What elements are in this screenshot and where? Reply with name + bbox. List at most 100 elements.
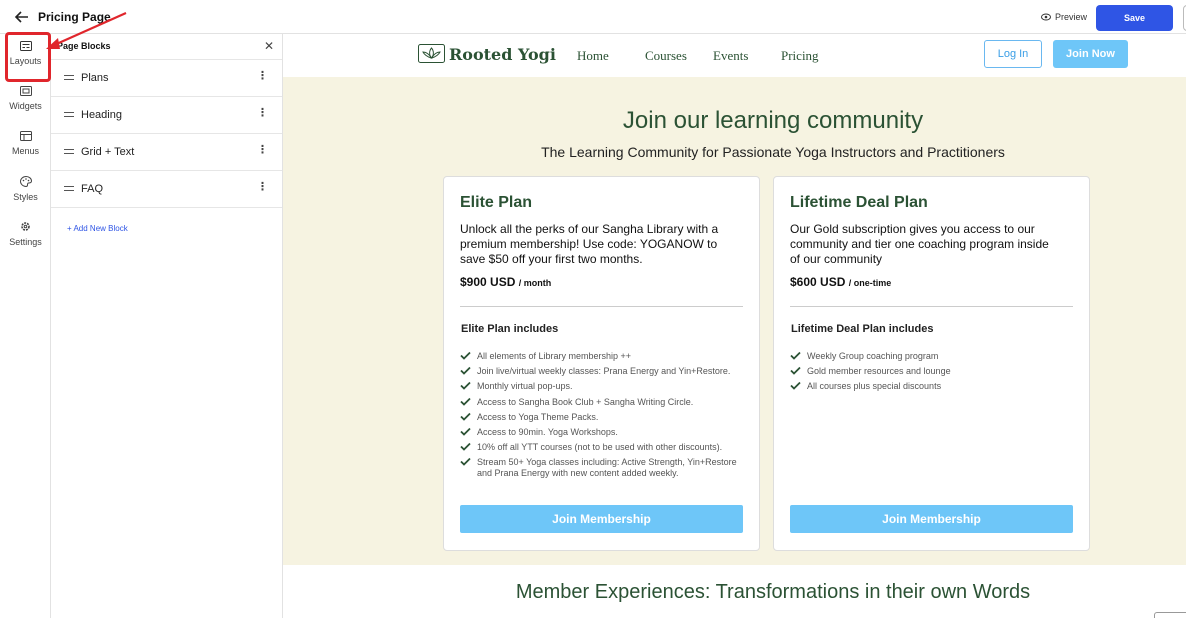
save-button[interactable]: Save [1096, 5, 1173, 31]
block-item-heading[interactable]: Heading ⋮ [51, 97, 282, 134]
page-blocks-header: Page Blocks ✕ [51, 34, 282, 60]
add-new-block-link[interactable]: + Add New Block [67, 224, 128, 233]
join-now-button[interactable]: Join Now [1053, 40, 1128, 68]
price-amount: $600 USD [790, 275, 846, 289]
drag-handle-icon[interactable] [64, 75, 74, 80]
site-navbar: Rooted Yogi Home Courses Events Pricing … [283, 34, 1186, 77]
plan-includes-title: Lifetime Deal Plan includes [791, 323, 934, 335]
floating-widget[interactable] [1154, 612, 1186, 618]
block-label: Plans [81, 72, 109, 84]
preview-button[interactable]: Preview [1041, 12, 1087, 22]
more-vertical-icon[interactable]: ⋮ [257, 182, 268, 193]
rail-label-menus: Menus [11, 146, 39, 156]
plan-card-lifetime: Lifetime Deal Plan Our Gold subscription… [773, 176, 1090, 551]
nav-link-pricing[interactable]: Pricing [781, 48, 819, 64]
feature-list: All elements of Library membership ++ Joi… [460, 351, 745, 484]
page-canvas: Rooted Yogi Home Courses Events Pricing … [283, 34, 1186, 618]
feature-item: Join live/virtual weekly classes: Prana … [460, 366, 745, 377]
rail-item-widgets[interactable]: Widgets [0, 86, 51, 126]
block-item-plans[interactable]: Plans ⋮ [51, 60, 282, 97]
price-amount: $900 USD [460, 275, 516, 289]
rail-item-styles[interactable]: Styles [0, 176, 51, 216]
check-icon [460, 351, 471, 360]
hero-title: Join our learning community [622, 107, 924, 134]
lotus-logo-icon [418, 44, 445, 63]
nav-link-events[interactable]: Events [713, 48, 748, 64]
check-icon [460, 458, 471, 467]
feature-text: 10% off all YTT courses (not to be used … [477, 442, 723, 453]
more-vertical-icon[interactable]: ⋮ [257, 145, 268, 156]
preview-label: Preview [1055, 12, 1088, 22]
back-arrow-icon[interactable] [13, 8, 31, 26]
nav-link-courses[interactable]: Courses [645, 48, 687, 64]
drag-handle-icon[interactable] [64, 186, 74, 191]
rail-item-settings[interactable]: Settings [0, 221, 51, 261]
feature-item: Gold member resources and lounge [790, 366, 1075, 377]
card-divider [790, 306, 1073, 307]
check-icon [790, 351, 801, 360]
block-item-grid-text[interactable]: Grid + Text ⋮ [51, 134, 282, 171]
menus-icon [19, 131, 32, 141]
feature-item: Monthly virtual pop-ups. [460, 381, 745, 392]
feature-text: All elements of Library membership ++ [477, 351, 632, 361]
feature-item: All elements of Library membership ++ [460, 351, 745, 362]
join-membership-button[interactable]: Join Membership [790, 505, 1073, 533]
check-icon [460, 367, 471, 375]
check-icon [460, 442, 471, 451]
gear-icon [21, 222, 30, 231]
feature-item: Access to 90min. Yoga Workshops. [460, 427, 745, 438]
feature-text: Monthly virtual pop-ups. [477, 381, 573, 392]
feature-item: All courses plus special discounts [790, 381, 1075, 392]
drag-handle-icon[interactable] [64, 112, 74, 117]
price-period: / month [518, 278, 552, 288]
plan-name: Lifetime Deal Plan [790, 194, 928, 211]
eye-icon [1041, 13, 1051, 21]
nav-link-home[interactable]: Home [577, 48, 609, 64]
rail-label-settings: Settings [9, 237, 42, 247]
join-membership-button[interactable]: Join Membership [460, 505, 743, 533]
check-icon [460, 382, 471, 391]
page-blocks-title: Page Blocks [57, 41, 111, 51]
feature-text: Access to 90min. Yoga Workshops. [477, 426, 618, 437]
plan-price: $600 USD / one-time [790, 275, 891, 289]
login-button[interactable]: Log In [984, 40, 1042, 68]
rail-item-menus[interactable]: Menus [0, 131, 51, 171]
block-label: FAQ [81, 183, 104, 195]
check-icon [460, 397, 471, 406]
price-period: / one-time [848, 278, 892, 288]
check-icon [790, 382, 801, 391]
close-icon[interactable]: ✕ [264, 40, 274, 52]
block-label: Heading [81, 109, 122, 121]
site-logo-text[interactable]: Rooted Yogi [449, 45, 556, 64]
rail-label-styles: Styles [13, 192, 38, 202]
editor-topbar: Pricing Page Preview Save [0, 0, 1186, 34]
check-icon [460, 412, 471, 421]
page-blocks-panel: Page Blocks ✕ Plans ⋮ Heading ⋮ Grid + T… [51, 34, 283, 618]
feature-text: Stream 50+ Yoga classes including: Activ… [477, 457, 737, 479]
feature-text: Weekly Group coaching program [807, 351, 939, 361]
feature-text: All courses plus special discounts [807, 381, 942, 392]
feature-item: 10% off all YTT courses (not to be used … [460, 442, 745, 453]
drag-handle-icon[interactable] [64, 149, 74, 154]
editor-sidebar-rail: Layouts Widgets Menus Styles Settings [0, 34, 51, 618]
pricing-hero-section: Join our learning community The Learning… [283, 77, 1186, 565]
feature-item: Stream 50+ Yoga classes including: Activ… [460, 457, 745, 479]
feature-item: Weekly Group coaching program [790, 351, 1075, 362]
feature-text: Gold member resources and lounge [807, 366, 951, 377]
feature-item: Access to Yoga Theme Packs. [460, 412, 745, 423]
palette-icon [19, 176, 32, 187]
page-title: Pricing Page [38, 10, 111, 24]
hero-subtitle: The Learning Community for Passionate Yo… [541, 144, 1005, 160]
block-label: Grid + Text [81, 146, 135, 158]
more-vertical-icon[interactable]: ⋮ [257, 108, 268, 119]
feature-text: Access to Sangha Book Club + Sangha Writ… [477, 396, 694, 407]
widgets-icon [19, 86, 32, 96]
feature-item: Access to Sangha Book Club + Sangha Writ… [460, 397, 745, 408]
plan-price: $900 USD / month [460, 275, 551, 289]
rail-label-widgets: Widgets [9, 101, 42, 111]
plan-description: Unlock all the perks of our Sangha Libra… [460, 222, 719, 266]
feature-text: Join live/virtual weekly classes: Prana … [477, 366, 731, 377]
plan-description: Our Gold subscription gives you access t… [790, 222, 1049, 266]
more-vertical-icon[interactable]: ⋮ [257, 71, 268, 82]
block-item-faq[interactable]: FAQ ⋮ [51, 171, 282, 208]
